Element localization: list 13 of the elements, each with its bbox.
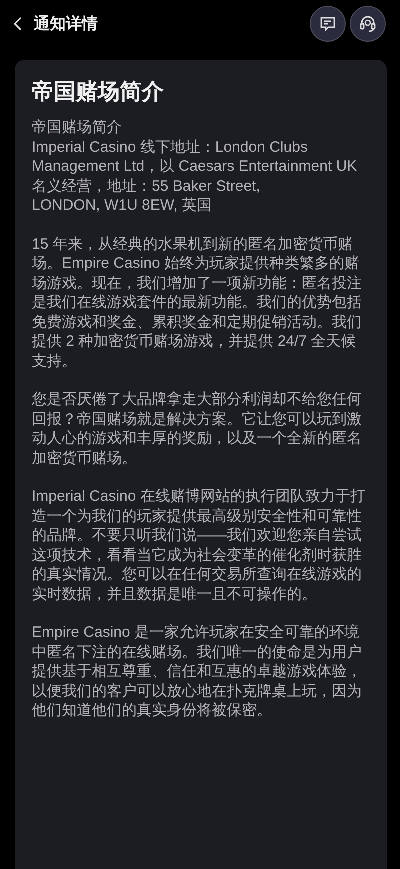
support-button[interactable] [350, 6, 386, 42]
paragraph: LONDON, W1U 8EW, 英国 [32, 196, 214, 216]
paragraph: 帝国赌场简介 [32, 118, 123, 138]
paragraph: 15 年来，从经典的水果机到新的匿名加密货币赌场。Empire Casino 始终为玩家提供种类繁多的赌场游戏。现在，我们增加了一项新功能：匿名投注是我们在线游戏套件的最新功能。我们的优势包括免费游戏和奖金、累积奖金和定期促销活动。我们提供 2 种加密货币赌场游戏，并提供 24/7 全天候支持。 [32, 234, 363, 371]
paragraph: Empire Casino 是一家允许玩家在安全可靠的环境中匿名下注的在线赌场。我们唯一的使命是为用户提供基于相互尊重、信任和互惠的卓越游戏体验，以便我们的客户可以放心地在扑克牌桌上玩，因为他们知道他们的真实身份将被保密。 [32, 623, 363, 720]
message-icon [319, 15, 337, 33]
paragraph: Imperial Casino 在线赌博网站的执行团队致力于打造一个为我们的玩家提供最高级别安全性和可靠性的品牌。不要只听我们说——我们欢迎您亲自尝试这项技术，看看当它成为社会变革的催化剂时获胜的真实情况。您可以在任何交易所查询在线游戏的实时数据，并且数据是唯一且不可操作的。 [32, 487, 366, 604]
paragraph: Imperial Casino 线下地址：London Clubs Management Ltd，以 Caesars Entertainment UK 名义经营，地址：55 Baker Street, [32, 138, 358, 196]
page-title: 通知详情 [34, 14, 99, 34]
headset-icon [358, 14, 378, 34]
paragraph: 您是否厌倦了大品牌拿走大部分利润却不给您任何回报？帝国赌场就是解决方案。它让您可以玩到激动人心的游戏和丰厚的奖励，以及一个全新的匿名加密货币赌场。 [32, 390, 363, 468]
article-title: 帝国赌场简介 [32, 78, 165, 106]
message-button[interactable] [310, 6, 346, 42]
